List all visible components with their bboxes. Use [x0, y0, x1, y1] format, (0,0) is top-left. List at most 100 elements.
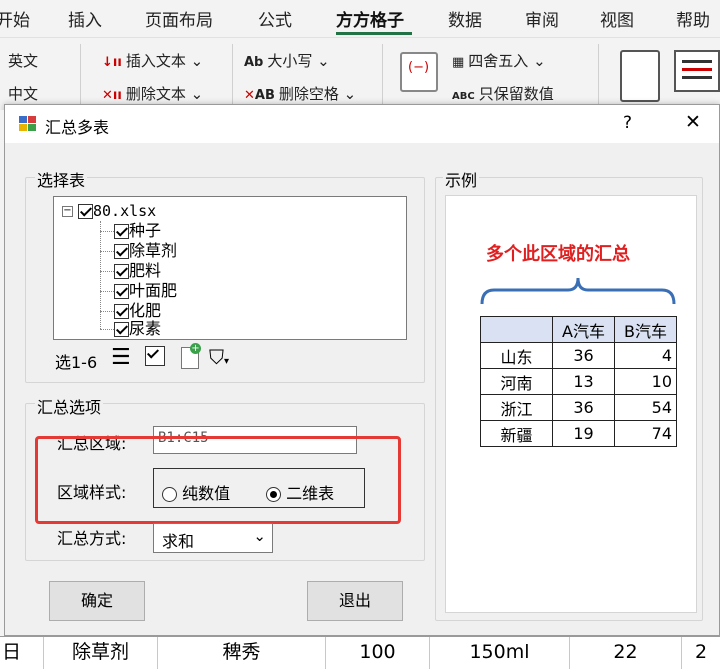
- tab-review[interactable]: 审阅: [525, 6, 559, 31]
- sheet-cell[interactable]: 150ml: [430, 637, 570, 669]
- table-header-row: A汽车 B汽车: [480, 316, 677, 343]
- radio-circle: [162, 487, 177, 502]
- round-icon: ▦: [452, 55, 465, 70]
- round-button[interactable]: ▦ 四舍五入 ⌄: [452, 50, 546, 71]
- sheet-label: 化肥: [129, 301, 162, 320]
- method-value: 求和: [162, 532, 195, 551]
- add-sheet-icon[interactable]: +: [181, 343, 201, 369]
- ribbon-body: 英文 中文 ↓ıı 插入文本 ⌄ ✕ıı 删除文本 ⌄ Ab 大小写 ⌄ ✕AB 删除空…: [0, 38, 720, 110]
- table-cell: 36: [552, 394, 615, 421]
- two-dim-table-radio[interactable]: 二维表: [266, 480, 334, 504]
- delete-text-label: 删除文本: [125, 85, 186, 103]
- chinese-button[interactable]: 中文: [8, 83, 38, 104]
- document-icon[interactable]: [674, 50, 720, 92]
- tree-node-sheet[interactable]: 叶面肥: [100, 281, 177, 301]
- sheet-checkbox[interactable]: [114, 244, 129, 259]
- summary-options-label: 汇总选项: [35, 394, 104, 418]
- delete-text-button[interactable]: ✕ıı 删除文本 ⌄: [102, 83, 203, 104]
- table-cell: 19: [552, 420, 615, 447]
- table-cell: A汽车: [552, 316, 615, 343]
- sheet-checkbox[interactable]: [114, 224, 129, 239]
- row-header-strip: [0, 110, 4, 636]
- table-cell: [480, 316, 553, 343]
- ribbon-separator: [598, 44, 599, 108]
- sheet-tree[interactable]: − 80.xlsx 种子 除草剂 肥料 叶面肥 化肥 尿素: [53, 196, 407, 340]
- delete-space-label: 删除空格: [278, 85, 339, 103]
- sheet-cell[interactable]: 2: [682, 637, 720, 669]
- tab-fangfangegezi[interactable]: 方方格子: [336, 6, 404, 31]
- keep-value-button[interactable]: ABC 只保留数值: [452, 83, 554, 104]
- brace-icon: [480, 277, 676, 305]
- tab-view[interactable]: 视图: [600, 6, 634, 31]
- summarize-sheets-dialog: 汇总多表 ? ✕ 选择表 − 80.xlsx 种子 除草剂 肥料 叶面肥 化肥 …: [4, 104, 720, 636]
- help-button[interactable]: ?: [623, 113, 632, 133]
- table-cell: 36: [552, 342, 615, 369]
- sheet-label: 叶面肥: [129, 281, 178, 300]
- two-dim-table-label: 二维表: [286, 484, 335, 503]
- root-label: 80.xlsx: [93, 202, 157, 220]
- tab-home[interactable]: 开始: [0, 6, 30, 31]
- tab-formulas[interactable]: 公式: [258, 6, 292, 31]
- table-cell: 74: [614, 420, 677, 447]
- abc-icon: ABC: [452, 91, 475, 102]
- dialog-titlebar[interactable]: 汇总多表 ? ✕: [5, 105, 719, 143]
- method-label: 汇总方式:: [57, 529, 127, 548]
- worksheet-row: 日 除草剂 稗秀 100 150ml 22 2: [0, 636, 720, 669]
- keep-value-label: 只保留数值: [478, 85, 554, 103]
- method-select[interactable]: 求和 ⌄: [153, 523, 273, 553]
- minus-sign-icon: (−): [408, 60, 430, 75]
- select-table-label: 选择表: [35, 167, 88, 191]
- delete-space-icon: ✕AB: [244, 88, 275, 103]
- insert-text-button[interactable]: ↓ıı 插入文本 ⌄: [102, 50, 203, 71]
- list-icon[interactable]: ☰: [111, 345, 131, 370]
- sheet-cell[interactable]: 除草剂: [44, 637, 158, 669]
- table-cell: 10: [614, 368, 677, 395]
- collapse-icon[interactable]: −: [62, 206, 73, 217]
- root-checkbox[interactable]: [78, 204, 93, 219]
- case-icon: Ab: [244, 55, 264, 70]
- sheet-label: 肥料: [129, 261, 162, 280]
- table-cell: 浙江: [480, 394, 553, 421]
- exit-button[interactable]: 退出: [307, 581, 403, 621]
- ribbon-separator: [232, 44, 233, 108]
- close-button[interactable]: ✕: [685, 111, 701, 133]
- table-cell: 4: [614, 342, 677, 369]
- insert-text-icon: ↓ıı: [102, 55, 122, 70]
- example-table: A汽车 B汽车 山东 36 4 河南 13 10 浙江 36 54 新疆 19: [480, 316, 677, 447]
- tab-insert[interactable]: 插入: [68, 6, 102, 31]
- tree-node-sheet[interactable]: 种子: [100, 221, 161, 241]
- check-all-icon[interactable]: [145, 345, 165, 366]
- tab-page-layout[interactable]: 页面布局: [145, 6, 213, 31]
- sheet-checkbox[interactable]: [114, 284, 129, 299]
- range-select-button[interactable]: 选1-6: [55, 349, 97, 373]
- plain-value-radio[interactable]: 纯数值: [162, 480, 230, 504]
- sheet-cell[interactable]: 22: [570, 637, 682, 669]
- table-row: 浙江 36 54: [480, 394, 677, 421]
- table-cell: 河南: [480, 368, 553, 395]
- sheet-checkbox[interactable]: [114, 264, 129, 279]
- filter-icon[interactable]: ⛉▾: [209, 345, 229, 369]
- clipboard-icon[interactable]: [620, 50, 660, 102]
- ok-button[interactable]: 确定: [49, 581, 145, 621]
- radio-circle-selected: [266, 487, 281, 502]
- tree-node-sheet[interactable]: 除草剂: [100, 241, 177, 261]
- delete-space-button[interactable]: ✕AB 删除空格 ⌄: [244, 83, 356, 104]
- dialog-title: 汇总多表: [45, 118, 110, 137]
- tree-node-sheet[interactable]: 化肥: [100, 301, 161, 321]
- tree-root-node[interactable]: 80.xlsx: [78, 201, 156, 221]
- tab-help[interactable]: 帮助: [676, 6, 710, 31]
- case-button[interactable]: Ab 大小写 ⌄: [244, 50, 330, 71]
- highlight-icon[interactable]: (−): [400, 52, 438, 92]
- case-label: 大小写: [267, 52, 313, 70]
- sheet-cell[interactable]: 稗秀: [158, 637, 326, 669]
- sheet-cell[interactable]: 100: [326, 637, 430, 669]
- chevron-down-icon: ⌄: [253, 527, 266, 545]
- tab-data[interactable]: 数据: [448, 6, 482, 31]
- sheet-checkbox[interactable]: [114, 304, 129, 319]
- tree-node-sheet[interactable]: 肥料: [100, 261, 161, 281]
- sheet-checkbox[interactable]: [114, 322, 129, 337]
- tree-node-sheet[interactable]: 尿素: [100, 319, 161, 339]
- table-row: 新疆 19 74: [480, 420, 677, 447]
- sheet-cell[interactable]: 日: [0, 637, 44, 669]
- english-button[interactable]: 英文: [8, 50, 38, 71]
